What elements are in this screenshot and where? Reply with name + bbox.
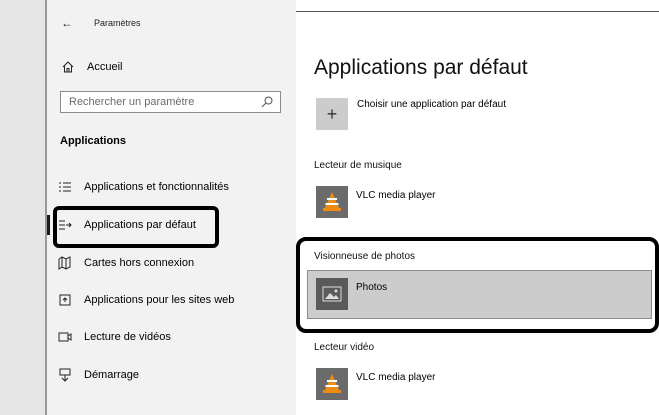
photos-icon (322, 286, 342, 302)
home-label: Accueil (87, 61, 123, 73)
top-border (296, 11, 659, 12)
map-icon (58, 256, 72, 270)
plus-icon: + (326, 103, 338, 124)
sidebar-item-label: Démarrage (84, 369, 140, 381)
sidebar-item-web-apps[interactable]: Applications pour les sites web (47, 286, 296, 314)
video-player-tile[interactable] (316, 368, 348, 400)
music-player-tile[interactable] (316, 186, 348, 218)
video-player-name[interactable]: VLC media player (356, 372, 435, 383)
highlight-box (53, 206, 219, 248)
sidebar-item-label: Cartes hors connexion (84, 257, 195, 269)
title-bar: ← Paramètres (61, 16, 141, 30)
sidebar-item-label: Lecture de vidéos (84, 331, 171, 343)
vlc-icon (323, 192, 341, 211)
search-input[interactable] (61, 92, 259, 112)
back-arrow-icon[interactable]: ← (61, 16, 81, 30)
category-label: Lecteur vidéo (314, 342, 375, 353)
video-icon (58, 330, 72, 344)
home-icon (61, 60, 75, 74)
vlc-icon (323, 374, 341, 393)
search-box[interactable] (60, 91, 281, 113)
music-player-name[interactable]: VLC media player (356, 190, 435, 201)
sidebar-item-video-playback[interactable]: Lecture de vidéos (47, 323, 296, 351)
photo-viewer-name[interactable]: Photos (356, 282, 387, 293)
sidebar-item-startup[interactable]: Démarrage (47, 361, 296, 389)
category-label: Lecteur de musique (314, 160, 402, 171)
category-label: Visionneuse de photos (314, 251, 416, 262)
home-link[interactable]: Accueil (61, 60, 122, 74)
search-icon[interactable] (260, 95, 274, 109)
photos-app-icon[interactable] (316, 278, 348, 310)
sidebar-item-apps-features[interactable]: Applications et fonctionnalités (47, 173, 296, 201)
startup-icon (58, 368, 72, 382)
list-icon (58, 180, 72, 194)
sidebar-item-label: Applications et fonctionnalités (84, 181, 229, 193)
choose-default-app-button[interactable]: + (316, 98, 348, 130)
sidebar-item-label: Applications pour les sites web (84, 294, 235, 306)
web-apps-icon (58, 293, 72, 307)
sidebar-item-offline-maps[interactable]: Cartes hors connexion (47, 249, 296, 277)
photo-viewer-tile[interactable] (307, 270, 652, 319)
left-strip (0, 0, 45, 415)
page-title: Applications par défaut (314, 56, 528, 79)
section-heading: Applications (60, 135, 127, 147)
choose-default-app-label[interactable]: Choisir une application par défaut (357, 99, 506, 110)
window-title: Paramètres (94, 18, 141, 28)
sidebar: ← Paramètres Accueil Applications Applic… (47, 0, 296, 415)
